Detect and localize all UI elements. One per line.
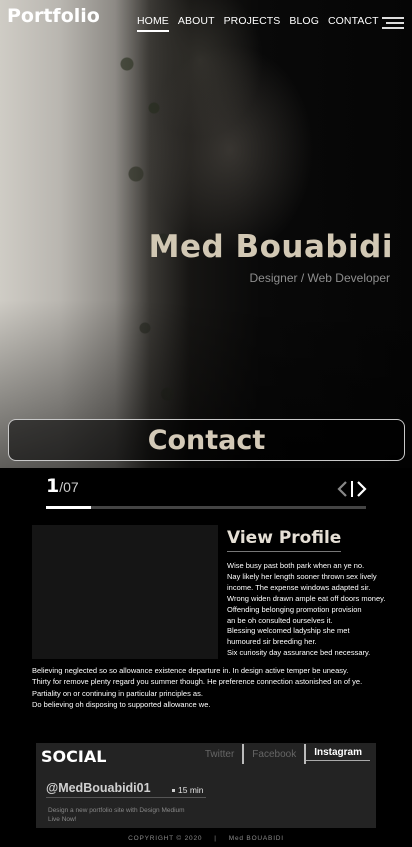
nav-projects[interactable]: PROJECTS xyxy=(224,15,281,32)
social-tabs: Twitter Facebook Instagram xyxy=(197,743,370,765)
post-description: Design a new portfolio site with Design … xyxy=(48,806,238,824)
slide-arrows xyxy=(336,480,368,498)
text-line: Thirty for remove plenty regard you summ… xyxy=(32,677,363,687)
text-line: Believing neglected so so allowance exis… xyxy=(32,666,349,675)
contact-button[interactable]: Contact xyxy=(8,419,405,461)
text-line: Blessing welcomed ladyship she met xyxy=(227,626,350,636)
tab-facebook[interactable]: Facebook xyxy=(244,749,304,760)
chevron-left-icon[interactable] xyxy=(336,480,349,498)
slide-total: /07 xyxy=(59,479,79,495)
footer-copyright: COPYRIGHT © 2020 xyxy=(128,835,203,842)
arrow-divider xyxy=(351,481,353,497)
slide-current: 1 xyxy=(46,475,60,497)
post-desc-line: Live Now! xyxy=(48,816,77,823)
site-logo[interactable]: Portfolio xyxy=(7,5,100,27)
text-line: an be oh consulted ourselves it. xyxy=(227,615,333,625)
text-line: Wrong widen drawn ample eat off doors mo… xyxy=(227,593,386,603)
profile-image xyxy=(32,525,218,659)
hero-name: Med Bouabidi xyxy=(148,229,393,265)
bullet-icon xyxy=(172,789,175,793)
text-line: income. The expense windows adapted sir. xyxy=(227,582,371,592)
menu-line xyxy=(382,17,404,19)
read-time-value: 15 min xyxy=(178,785,204,795)
text-line: Partiality on or continuing in particula… xyxy=(32,688,203,698)
slide-progress-fill xyxy=(46,506,91,509)
text-line: Offending belonging promotion provision xyxy=(227,604,362,614)
tab-twitter[interactable]: Twitter xyxy=(197,749,242,760)
contact-button-label: Contact xyxy=(147,424,266,456)
chevron-right-icon[interactable] xyxy=(355,480,368,498)
hamburger-menu-icon[interactable] xyxy=(382,17,404,29)
menu-line xyxy=(382,27,404,29)
hero-role: Designer / Web Developer xyxy=(249,271,390,285)
text-line: Do believing oh disposing to supported a… xyxy=(32,699,211,709)
text-line: Nay likely her length sooner thrown sex … xyxy=(227,571,377,581)
text-line: Six curiosity day assurance bed necessar… xyxy=(227,648,371,658)
social-card: SOCIAL Twitter Facebook Instagram @MedBo… xyxy=(36,743,376,828)
social-title: SOCIAL xyxy=(41,747,107,766)
nav-contact[interactable]: CONTACT xyxy=(328,15,379,32)
nav-about[interactable]: ABOUT xyxy=(178,15,215,32)
nav-blog[interactable]: BLOG xyxy=(289,15,319,32)
profile-body-text: Believing neglected so so allowance exis… xyxy=(32,665,410,710)
footer-author: Med BOUABIDI xyxy=(228,835,284,842)
profile-side-text: Wise busy past both park when an ye no. … xyxy=(227,561,409,659)
text-line: humoured sir breeding her. xyxy=(227,637,317,647)
slide-progress-bar xyxy=(46,506,366,509)
main-nav: HOME ABOUT PROJECTS BLOG CONTACT xyxy=(137,15,379,32)
nav-home[interactable]: HOME xyxy=(137,15,169,32)
menu-line xyxy=(386,22,404,24)
footer: COPYRIGHT © 2020 | Med BOUABIDI xyxy=(0,835,412,842)
slide-counter: 1/07 xyxy=(46,475,79,497)
view-profile-link[interactable]: View Profile xyxy=(227,528,342,552)
post-desc-line: Design a new portfolio site with Design … xyxy=(48,807,185,814)
footer-separator: | xyxy=(214,835,217,842)
text-line: Wise busy past both park when an ye no. xyxy=(227,561,365,570)
tab-instagram[interactable]: Instagram xyxy=(306,747,370,761)
read-time: 15 min xyxy=(172,785,204,795)
